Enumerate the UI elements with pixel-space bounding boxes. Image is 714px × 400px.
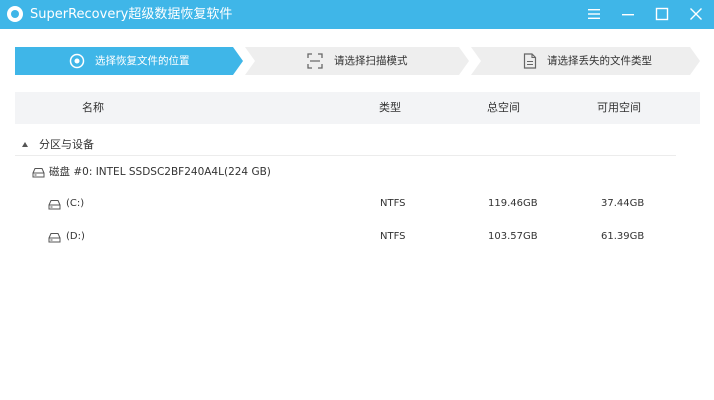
partition-type: NTFS bbox=[380, 198, 406, 209]
group-label: 分区与设备 bbox=[39, 138, 94, 151]
minimize-icon bbox=[622, 14, 634, 16]
maximize-icon bbox=[655, 7, 669, 21]
step-file-type[interactable]: 请选择丢失的文件类型 bbox=[471, 47, 700, 75]
group-row[interactable]: 分区与设备 bbox=[15, 135, 676, 156]
maximize-button[interactable] bbox=[644, 0, 680, 29]
step-scan-mode[interactable]: 请选择扫描模式 bbox=[245, 47, 469, 75]
disk-label: 磁盘 #0: INTEL SSDSC2BF240A4L(224 GB) bbox=[49, 166, 271, 178]
wizard-steps: 选择恢复文件的位置 请选择扫描模式 请选择丢失的文件类型 bbox=[15, 47, 700, 75]
menu-button[interactable] bbox=[576, 0, 612, 29]
drive-icon bbox=[48, 200, 61, 210]
column-header-total[interactable]: 总空间 bbox=[487, 101, 520, 115]
drive-icon bbox=[48, 233, 61, 243]
app-title: SuperRecovery超级数据恢复软件 bbox=[30, 7, 233, 22]
title-bar: SuperRecovery超级数据恢复软件 bbox=[0, 0, 714, 29]
step-label: 选择恢复文件的位置 bbox=[95, 55, 190, 67]
hamburger-menu-icon bbox=[588, 9, 600, 19]
partition-free: 61.39GB bbox=[601, 231, 645, 242]
hard-disk-icon bbox=[32, 168, 45, 178]
expand-triangle-icon[interactable] bbox=[22, 142, 28, 147]
step-label: 请选择丢失的文件类型 bbox=[547, 55, 652, 67]
partition-name: (C:) bbox=[66, 198, 85, 209]
close-button[interactable] bbox=[678, 0, 714, 29]
column-header-type[interactable]: 类型 bbox=[379, 101, 401, 115]
app-logo-icon bbox=[7, 6, 23, 22]
partition-name: (D:) bbox=[66, 231, 85, 242]
table-header: 名称 类型 总空间 可用空间 bbox=[15, 92, 700, 124]
minimize-button[interactable] bbox=[610, 0, 646, 29]
column-header-name[interactable]: 名称 bbox=[82, 101, 104, 115]
scan-frame-icon bbox=[307, 53, 323, 69]
column-header-free[interactable]: 可用空间 bbox=[597, 101, 641, 115]
close-icon bbox=[690, 8, 702, 20]
step-label: 请选择扫描模式 bbox=[334, 55, 408, 67]
partition-total: 103.57GB bbox=[488, 231, 538, 242]
table-row[interactable]: (D:) NTFS 103.57GB 61.39GB bbox=[15, 226, 700, 248]
partition-free: 37.44GB bbox=[601, 198, 645, 209]
target-icon bbox=[69, 53, 85, 69]
partition-type: NTFS bbox=[380, 231, 406, 242]
disk-row[interactable]: 磁盘 #0: INTEL SSDSC2BF240A4L(224 GB) bbox=[15, 162, 700, 182]
partition-total: 119.46GB bbox=[488, 198, 538, 209]
document-icon bbox=[523, 53, 537, 69]
table-row[interactable]: (C:) NTFS 119.46GB 37.44GB bbox=[15, 193, 700, 215]
step-select-location[interactable]: 选择恢复文件的位置 bbox=[15, 47, 243, 75]
